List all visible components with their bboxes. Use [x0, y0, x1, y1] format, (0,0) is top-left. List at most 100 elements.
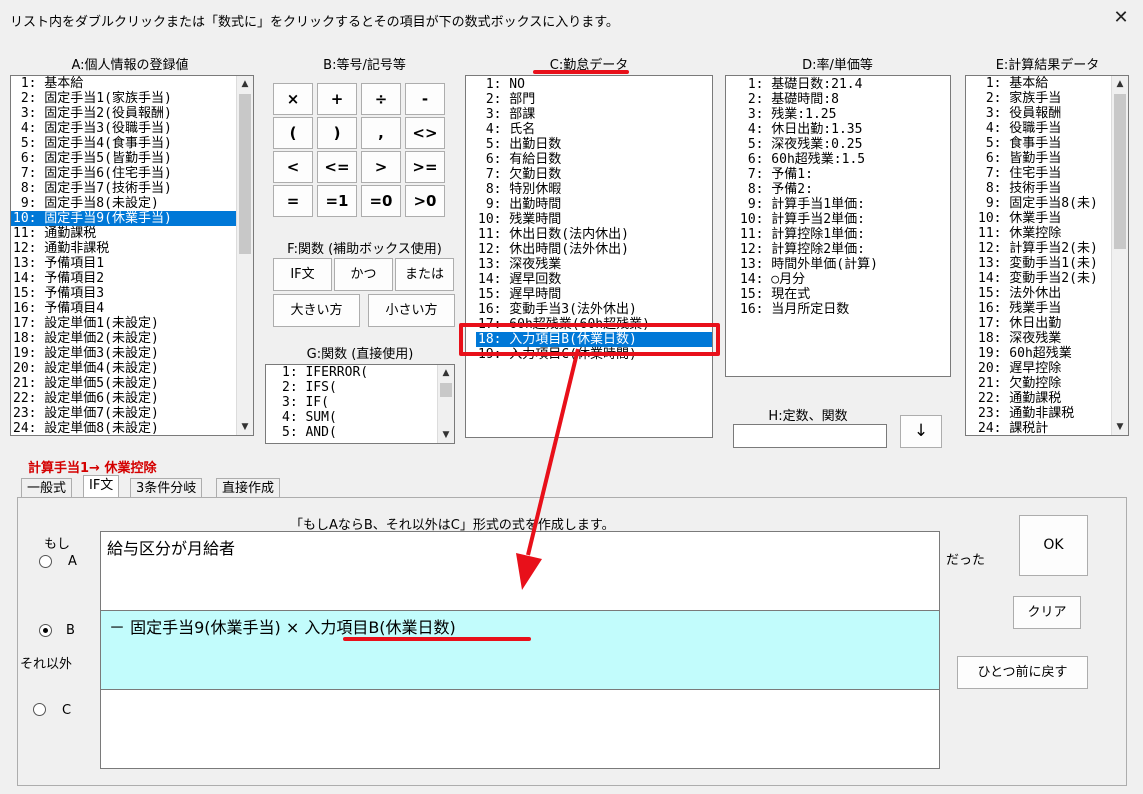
list-item[interactable]: 21: 欠勤控除 [976, 376, 1128, 391]
radio-c[interactable] [33, 703, 46, 716]
list-item[interactable]: 5: 食事手当 [976, 136, 1128, 151]
list-item[interactable]: 10: 残業時間 [476, 212, 712, 227]
insert-down-arrow-button[interactable]: ↓ [900, 415, 942, 448]
list-item[interactable]: 14: 予備項目2 [11, 271, 253, 286]
list-item[interactable]: 1: 基礎日数:21.4 [738, 77, 950, 92]
list-item[interactable]: 7: 住宅手当 [976, 166, 1128, 181]
list-item[interactable]: 17: 設定単価1(未設定) [11, 316, 253, 331]
list-item[interactable]: 4: 休日出勤:1.35 [738, 122, 950, 137]
value-c-box[interactable] [100, 689, 940, 769]
list-item[interactable]: 8: 固定手当7(技術手当) [11, 181, 253, 196]
list-item[interactable]: 5: AND( [280, 425, 454, 440]
comma-button[interactable]: , [361, 117, 401, 149]
calc-result-listbox[interactable]: 1: 基本給 2: 家族手当 3: 役員報酬 4: 役職手当 5: 食事手当 6… [965, 75, 1129, 436]
multiply-button[interactable]: × [273, 83, 313, 115]
scroll-thumb[interactable] [1114, 94, 1126, 249]
value-b-box[interactable]: － 固定手当9(休業手当) × 入力項目B(休業日数) [100, 610, 940, 690]
list-item[interactable]: 2: 固定手当1(家族手当) [11, 91, 253, 106]
or-function-button[interactable]: または [395, 258, 454, 291]
list-item[interactable]: 22: 設定単価6(未設定) [11, 391, 253, 406]
minus-button[interactable]: - [405, 83, 445, 115]
list-item[interactable]: 23: 通勤非課税 [976, 406, 1128, 421]
list-item[interactable]: 10: 固定手当9(休業手当) [11, 211, 253, 226]
scrollbar[interactable]: ▲ ▼ [437, 365, 454, 443]
list-item[interactable]: 15: 予備項目3 [11, 286, 253, 301]
list-item[interactable]: 12: 休出時間(法外休出) [476, 242, 712, 257]
list-item[interactable]: 15: 現在式 [738, 287, 950, 302]
list-item[interactable]: 13: 時間外単価(計算) [738, 257, 950, 272]
list-item[interactable]: 13: 予備項目1 [11, 256, 253, 271]
list-item[interactable]: 13: 変動手当1(未) [976, 256, 1128, 271]
list-item[interactable]: 19: 設定単価3(未設定) [11, 346, 253, 361]
list-item[interactable]: 7: 欠勤日数 [476, 167, 712, 182]
list-item[interactable]: 11: 通勤課税 [11, 226, 253, 241]
list-item[interactable]: 4: 役職手当 [976, 121, 1128, 136]
list-item[interactable]: 12: 計算手当2(未) [976, 241, 1128, 256]
list-item[interactable]: 9: 固定手当8(未設定) [11, 196, 253, 211]
scroll-up-icon[interactable]: ▲ [237, 76, 253, 92]
radio-b[interactable] [39, 624, 52, 637]
list-item[interactable]: 12: 通勤非課税 [11, 241, 253, 256]
scrollbar[interactable]: ▲ ▼ [1111, 76, 1128, 435]
tab-if[interactable]: IF文 [83, 475, 120, 498]
list-item[interactable]: 7: 固定手当6(住宅手当) [11, 166, 253, 181]
list-item[interactable]: 6: 有給日数 [476, 152, 712, 167]
radio-a[interactable] [39, 555, 52, 568]
list-item[interactable]: 6: 固定手当5(皆勤手当) [11, 151, 253, 166]
list-item[interactable]: 18: 深夜残業 [976, 331, 1128, 346]
list-item[interactable]: 3: 固定手当2(役員報酬) [11, 106, 253, 121]
list-item[interactable]: 4: 固定手当3(役職手当) [11, 121, 253, 136]
direct-function-listbox[interactable]: 1: IFERROR(2: IFS(3: IF(4: SUM(5: AND( ▲… [265, 364, 455, 444]
list-item[interactable]: 8: 技術手当 [976, 181, 1128, 196]
list-item[interactable]: 22: 通勤課税 [976, 391, 1128, 406]
list-item[interactable]: 2: IFS( [280, 380, 454, 395]
not-equal-button[interactable]: <> [405, 117, 445, 149]
scroll-down-icon[interactable]: ▼ [237, 419, 253, 435]
list-item[interactable]: 4: 氏名 [476, 122, 712, 137]
list-item[interactable]: 16: 予備項目4 [11, 301, 253, 316]
list-item[interactable]: 6: 60h超残業:1.5 [738, 152, 950, 167]
divide-button[interactable]: ÷ [361, 83, 401, 115]
equal-button[interactable]: = [273, 185, 313, 217]
list-item[interactable]: 20: 遅早控除 [976, 361, 1128, 376]
plus-button[interactable]: + [317, 83, 357, 115]
list-item[interactable]: 1: IFERROR( [280, 365, 454, 380]
close-icon[interactable]: ✕ [1110, 6, 1132, 30]
tab-direct[interactable]: 直接作成 [216, 478, 281, 498]
and-function-button[interactable]: かつ [334, 258, 393, 291]
greater-than-button[interactable]: > [361, 151, 401, 183]
list-item[interactable]: 18: 設定単価2(未設定) [11, 331, 253, 346]
list-item[interactable]: 3: 役員報酬 [976, 106, 1128, 121]
ok-button[interactable]: OK [1019, 515, 1088, 576]
list-item[interactable]: 9: 計算手当1単価: [738, 197, 950, 212]
list-item[interactable]: 3: IF( [280, 395, 454, 410]
scroll-down-icon[interactable]: ▼ [1112, 419, 1128, 435]
list-item[interactable]: 14: 遅早回数 [476, 272, 712, 287]
constant-input[interactable] [733, 424, 887, 448]
list-item[interactable]: 16: 当月所定日数 [738, 302, 950, 317]
list-item[interactable]: 4: SUM( [280, 410, 454, 425]
list-item[interactable]: 11: 休出日数(法内休出) [476, 227, 712, 242]
equal-one-button[interactable]: =1 [317, 185, 357, 217]
list-item[interactable]: 11: 休業控除 [976, 226, 1128, 241]
list-item[interactable]: 21: 設定単価5(未設定) [11, 376, 253, 391]
list-item[interactable]: 8: 予備2: [738, 182, 950, 197]
list-item[interactable]: 24: 設定単価8(未設定) [11, 421, 253, 435]
list-item[interactable]: 1: NO [476, 77, 712, 92]
rate-listbox[interactable]: 1: 基礎日数:21.4 2: 基礎時間:8 3: 残業:1.25 4: 休日出… [725, 75, 951, 377]
close-paren-button[interactable]: ) [317, 117, 357, 149]
list-item[interactable]: 13: 深夜残業 [476, 257, 712, 272]
list-item[interactable]: 23: 設定単価7(未設定) [11, 406, 253, 421]
clear-button[interactable]: クリア [1013, 596, 1081, 629]
scroll-down-icon[interactable]: ▼ [438, 427, 454, 443]
greater-zero-button[interactable]: >0 [405, 185, 445, 217]
list-item[interactable]: 9: 出勤時間 [476, 197, 712, 212]
scroll-up-icon[interactable]: ▲ [438, 365, 454, 381]
list-item[interactable]: 6: 皆勤手当 [976, 151, 1128, 166]
equal-zero-button[interactable]: =0 [361, 185, 401, 217]
list-item[interactable]: 19: 60h超残業 [976, 346, 1128, 361]
list-item[interactable]: 11: 計算控除1単価: [738, 227, 950, 242]
scroll-thumb[interactable] [239, 94, 251, 254]
list-item[interactable]: 5: 出勤日数 [476, 137, 712, 152]
list-item[interactable]: 9: 固定手当8(未) [976, 196, 1128, 211]
